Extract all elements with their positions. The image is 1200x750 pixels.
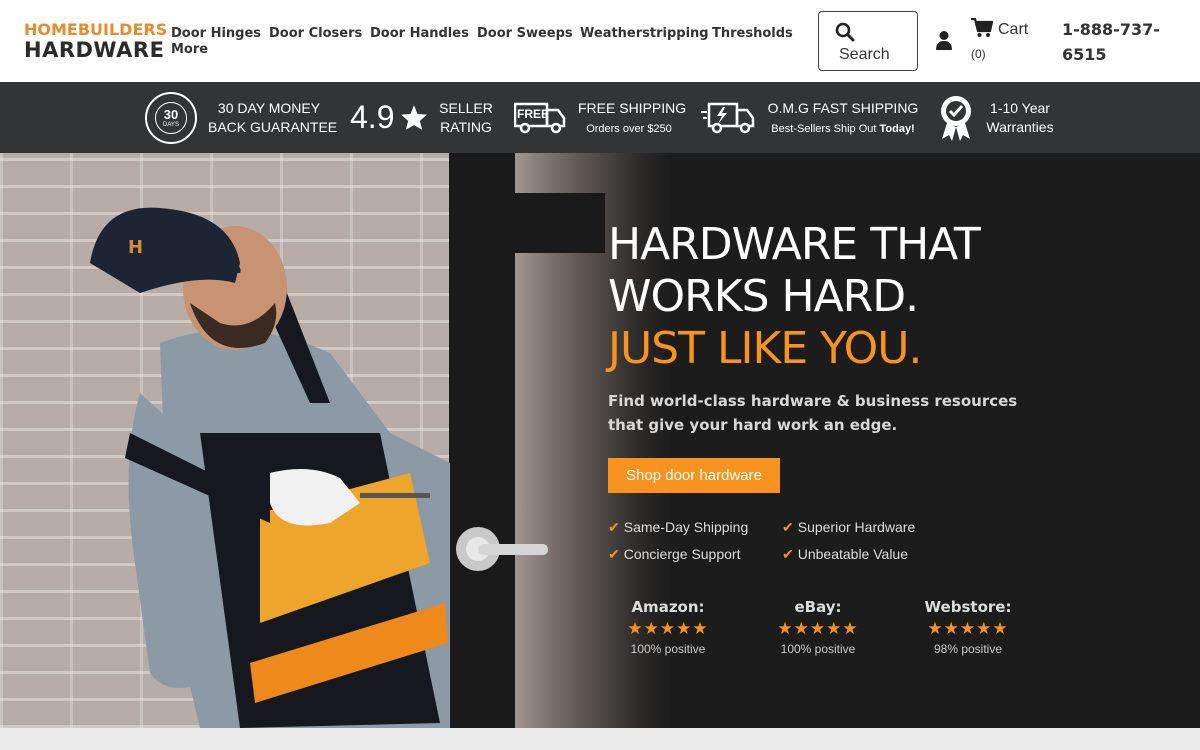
- feature-same-day-shipping: ✔ Same-Day Shipping: [608, 519, 748, 536]
- money-back-line2: BACK GUARANTEE: [208, 119, 338, 135]
- seller-rating-line2: RATING: [440, 119, 492, 135]
- review-source: eBay:: [794, 598, 842, 616]
- feature-superior-hardware: ✔ Superior Hardware: [782, 519, 915, 536]
- feature-label: Concierge Support: [623, 546, 741, 562]
- phone-line2: 6515: [1062, 45, 1107, 64]
- nav-door-hinges[interactable]: Door Hinges: [171, 26, 261, 41]
- fast-shipping-line2: Best-Sellers Ship Out: [771, 123, 880, 135]
- logo-line1: HOMEBUILDERS: [24, 20, 168, 39]
- feature-label: Superior Hardware: [797, 519, 916, 535]
- badge-days: DAYS: [163, 122, 179, 128]
- homebuilders-hardware-logo[interactable]: HOMEBUILDERS HARDWARE: [24, 20, 168, 62]
- feature-concierge-support: ✔ Concierge Support: [608, 546, 740, 563]
- review-source: Amazon:: [631, 598, 705, 616]
- five-stars-icon: ★★★★★: [627, 619, 709, 638]
- cart-count: (0): [971, 47, 986, 61]
- svg-text:H: H: [128, 237, 143, 258]
- feature-unbeatable-value: ✔ Unbeatable Value: [782, 546, 908, 563]
- review-percent: 98% positive: [933, 642, 1003, 656]
- cart-label: Cart: [998, 21, 1029, 38]
- review-percent: 100% positive: [630, 642, 706, 656]
- money-back-text: 30 DAY MONEY BACK GUARANTEE: [208, 99, 337, 137]
- feature-label: Same-Day Shipping: [623, 519, 749, 535]
- search-label: Search: [839, 46, 890, 63]
- door-frame: [515, 193, 605, 253]
- fast-shipping-truck-icon: [701, 102, 755, 134]
- free-shipping-text: FREE SHIPPING Orders over $250: [578, 99, 686, 139]
- nav-door-closers[interactable]: Door Closers: [269, 26, 362, 41]
- cart-button[interactable]: Cart (0): [971, 18, 1041, 66]
- warranty-text: 1-10 Year Warranties: [982, 99, 1058, 137]
- nav-thresholds[interactable]: Thresholds: [712, 26, 793, 41]
- check-icon: ✔: [782, 546, 794, 562]
- badge-number: 30: [163, 107, 179, 122]
- hero-title-line3: JUST LIKE YOU.: [608, 323, 922, 374]
- fast-shipping-text: O.M.G FAST SHIPPING Best-Sellers Ship Ou…: [766, 99, 920, 139]
- nav-more[interactable]: More: [171, 42, 208, 57]
- worker-illustration: H: [90, 207, 450, 728]
- review-webstore: Webstore: ★★★★★ 98% positive: [908, 598, 1028, 656]
- five-stars-icon: ★★★★★: [777, 619, 859, 638]
- shop-door-hardware-button[interactable]: Shop door hardware: [608, 458, 780, 493]
- seller-rating-text: SELLER RATING: [436, 99, 496, 137]
- star-icon: [401, 105, 427, 130]
- review-source: Webstore:: [924, 598, 1012, 616]
- nav-door-handles[interactable]: Door Handles: [370, 26, 469, 41]
- warranty-line1: 1-10 Year: [990, 100, 1050, 116]
- fast-shipping-today: Today!: [879, 123, 915, 135]
- cart-icon: [971, 18, 993, 37]
- next-section-strip: [0, 728, 1200, 750]
- search-button[interactable]: Search: [818, 11, 918, 71]
- feature-label: Unbeatable Value: [797, 546, 909, 562]
- user-account-icon[interactable]: [935, 30, 953, 50]
- check-icon: ✔: [782, 519, 794, 535]
- logo-line2: HARDWARE: [24, 38, 165, 62]
- phone-line1: 1-888-737-: [1062, 20, 1160, 39]
- hero-subtitle: Find world-class hardware & business res…: [608, 392, 1018, 434]
- free-shipping-truck-icon: FREE: [513, 100, 566, 134]
- fast-shipping-line1: O.M.G FAST SHIPPING: [767, 100, 919, 116]
- seller-rating-line1: SELLER: [439, 100, 493, 116]
- site-header: HOMEBUILDERS HARDWARE Door Hinges Door C…: [0, 0, 1200, 82]
- check-icon: ✔: [608, 519, 620, 535]
- trust-bar: 30 DAYS 30 DAY MONEY BACK GUARANTEE 4.9 …: [0, 82, 1200, 153]
- review-amazon: Amazon: ★★★★★ 100% positive: [608, 598, 728, 656]
- hero-banner: H HARDWARE THAT WORKS HARD. JUST LIKE YO…: [0, 153, 1200, 728]
- hero-title-line1: HARDWARE THAT: [608, 219, 981, 270]
- door-handle-image: [456, 527, 548, 571]
- five-stars-icon: ★★★★★: [927, 619, 1009, 638]
- nav-weatherstripping[interactable]: Weatherstripping: [580, 26, 709, 41]
- review-ebay: eBay: ★★★★★ 100% positive: [758, 598, 878, 656]
- hero-headline: HARDWARE THAT WORKS HARD. JUST LIKE YOU.: [608, 219, 981, 375]
- check-icon: ✔: [608, 546, 620, 562]
- seller-rating-value: 4.9: [350, 99, 395, 135]
- money-back-line1: 30 DAY MONEY: [217, 100, 321, 116]
- phone-number[interactable]: 1-888-737- 6515: [1062, 17, 1172, 67]
- nav-door-sweeps[interactable]: Door Sweeps: [477, 26, 573, 41]
- hero-title-line2: WORKS HARD.: [608, 271, 919, 322]
- warranty-ribbon-icon: [941, 96, 971, 141]
- money-back-badge-icon: 30 DAYS: [145, 92, 197, 144]
- free-shipping-line1: FREE SHIPPING: [578, 100, 687, 116]
- free-shipping-line2: Orders over $250: [586, 123, 672, 135]
- search-icon: [835, 22, 855, 42]
- review-percent: 100% positive: [780, 642, 856, 656]
- warranty-line2: Warranties: [986, 119, 1054, 135]
- free-badge: FREE: [517, 107, 550, 121]
